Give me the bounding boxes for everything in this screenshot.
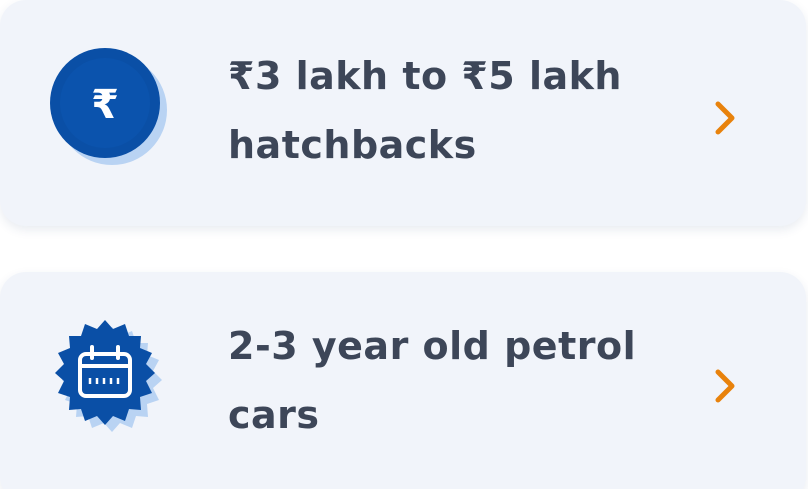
calendar-icon [55, 320, 162, 432]
rupee-icon: ₹ [50, 48, 167, 165]
rupee-symbol: ₹ [91, 82, 119, 128]
filter-suggestion-list: ₹ ₹3 lakh to ₹5 lakh hatchbacks 2-3 year… [0, 0, 808, 489]
suggestion-title: 2-3 year old petrol cars [228, 324, 637, 437]
rupee-badge: ₹ [48, 48, 167, 165]
suggestion-title: ₹3 lakh to ₹5 lakh hatchbacks [228, 54, 622, 167]
calendar-badge [48, 320, 162, 434]
chevron-right-icon[interactable] [712, 100, 740, 136]
suggestion-card-used-petrol-cars[interactable]: 2-3 year old petrol cars [0, 272, 806, 489]
chevron-right-icon[interactable] [712, 368, 740, 404]
suggestion-card-budget-hatchbacks[interactable]: ₹ ₹3 lakh to ₹5 lakh hatchbacks [0, 0, 806, 226]
